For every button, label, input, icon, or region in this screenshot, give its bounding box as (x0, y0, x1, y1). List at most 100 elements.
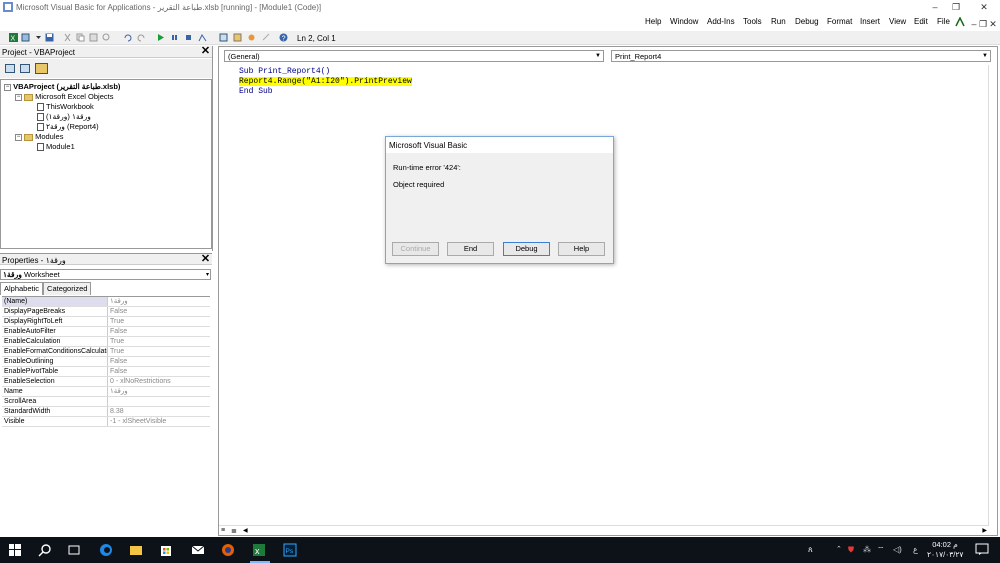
restore-icon[interactable]: ❐ (946, 1, 966, 13)
tree-sheet1[interactable]: ورقة١ (ورقة١) (37, 112, 91, 122)
property-value[interactable]: False (108, 307, 210, 316)
help-button[interactable]: Help (558, 242, 605, 256)
search-icon[interactable] (37, 542, 53, 558)
property-value[interactable]: True (108, 337, 210, 346)
file-explorer-icon[interactable] (128, 542, 144, 558)
property-row[interactable]: DisplayRightToLeft True (2, 317, 210, 327)
properties-close-icon[interactable]: ✕ (200, 254, 211, 265)
minimize-icon[interactable]: – (925, 1, 945, 13)
property-row[interactable]: EnableFormatConditionsCalculation True (2, 347, 210, 357)
help-icon[interactable]: ? (279, 33, 288, 42)
insert-module-icon[interactable] (21, 33, 30, 42)
property-value[interactable]: 0 - xlNoRestrictions (108, 377, 210, 386)
properties-window-icon[interactable] (233, 33, 242, 42)
tab-alphabetic[interactable]: Alphabetic (0, 282, 44, 295)
property-row[interactable]: EnableOutlining False (2, 357, 210, 367)
property-row[interactable]: EnableAutoFilter False (2, 327, 210, 337)
menu-window[interactable]: Window (670, 17, 698, 26)
save-icon[interactable] (45, 33, 54, 42)
project-close-icon[interactable]: ✕ (200, 46, 211, 57)
object-selector[interactable]: ورقة١ Worksheet ▾ (0, 269, 211, 280)
project-explorer-icon[interactable] (219, 33, 228, 42)
property-value[interactable]: True (108, 317, 210, 326)
end-button[interactable]: End (447, 242, 494, 256)
menu-tools[interactable]: Tools (743, 17, 762, 26)
edge-icon[interactable] (98, 542, 114, 558)
run-icon[interactable] (156, 33, 165, 42)
doc-close-icon[interactable]: ✕ (983, 18, 1000, 30)
view-code-icon[interactable] (5, 64, 15, 73)
horizontal-scrollbar[interactable]: ≡ ≣ ◀ ▶ (219, 525, 989, 535)
property-row[interactable]: DisplayPageBreaks False (2, 307, 210, 317)
excel-taskbar-icon[interactable]: x (251, 542, 267, 558)
view-object-icon[interactable] (20, 64, 30, 73)
property-value[interactable]: False (108, 357, 210, 366)
property-value[interactable]: True (108, 347, 210, 356)
tree-modules[interactable]: − Modules (15, 132, 63, 142)
continue-button[interactable]: Continue (392, 242, 439, 256)
vertical-scrollbar[interactable] (988, 65, 997, 525)
property-row[interactable]: ScrollArea (2, 397, 210, 407)
property-row[interactable]: EnableSelection 0 - xlNoRestrictions (2, 377, 210, 387)
menu-help[interactable]: Help (645, 17, 661, 26)
network-icon[interactable]: ⁂ (863, 545, 871, 554)
property-value[interactable]: False (108, 367, 210, 376)
photoshop-icon[interactable]: Ps (282, 542, 298, 558)
menu-file[interactable]: File (937, 17, 950, 26)
property-value[interactable]: ورقة١ (108, 297, 210, 306)
toolbox-icon[interactable] (262, 33, 271, 42)
code-editor[interactable]: Sub Print_Report4() Report4.Range("A1:I2… (239, 67, 412, 97)
menu-add-ins[interactable]: Add-Ins (707, 17, 735, 26)
notifications-icon[interactable] (975, 543, 989, 555)
property-row[interactable]: Visible -1 - xlSheetVisible (2, 417, 210, 427)
show-hidden-icons[interactable]: ⌃ (836, 545, 842, 553)
security-shield-icon[interactable]: ⛊ (848, 545, 854, 555)
input-language[interactable]: ع (913, 545, 918, 554)
tree-thisworkbook[interactable]: ThisWorkbook (37, 102, 94, 112)
copy-icon[interactable] (76, 33, 85, 42)
tree-vbaproject[interactable]: − VBAProject (طباعة التقرير.xlsb) (4, 82, 120, 92)
tree-sheet2[interactable]: ورقة٢ (Report4) (37, 122, 99, 132)
windows-start-icon[interactable] (7, 542, 23, 558)
task-view-icon[interactable] (66, 542, 82, 558)
close-icon[interactable]: ✕ (974, 1, 994, 13)
dropdown-arrow-icon[interactable] (34, 33, 43, 42)
object-combo[interactable]: (General) ▼ (224, 50, 604, 62)
property-row[interactable]: Name ورقة١ (2, 387, 210, 397)
property-row[interactable]: EnableCalculation True (2, 337, 210, 347)
chevron-down-icon[interactable]: ▼ (981, 52, 989, 61)
view-excel-icon[interactable]: X (9, 33, 18, 42)
wifi-icon[interactable]: ⌔ (877, 545, 885, 555)
tree-excel-objects[interactable]: − Microsoft Excel Objects (15, 92, 113, 102)
people-icon[interactable]: ጰ (808, 545, 813, 555)
design-mode-icon[interactable] (198, 33, 207, 42)
property-row[interactable]: (Name) ورقة١ (2, 297, 210, 307)
menu-format[interactable]: Format (827, 17, 852, 26)
property-value[interactable]: -1 - xlSheetVisible (108, 417, 210, 426)
tree-module1[interactable]: Module1 (37, 142, 75, 152)
property-value[interactable]: ورقة١ (108, 387, 210, 396)
cut-icon[interactable] (63, 33, 72, 42)
menu-debug[interactable]: Debug (795, 17, 819, 26)
firefox-icon[interactable] (220, 542, 236, 558)
volume-icon[interactable]: ◁) (893, 545, 902, 554)
property-value[interactable]: False (108, 327, 210, 336)
chevron-down-icon[interactable]: ▼ (594, 52, 602, 61)
taskbar-clock[interactable]: 04:02 م ٢٠١٧/٠٣/٢٧ (927, 540, 963, 560)
scroll-right-icon[interactable]: ▶ (982, 527, 987, 534)
procedure-combo[interactable]: Print_Report4 ▼ (611, 50, 991, 62)
menu-run[interactable]: Run (771, 17, 786, 26)
redo-icon[interactable] (137, 33, 146, 42)
mail-icon[interactable] (190, 542, 206, 558)
object-browser-icon[interactable] (247, 33, 256, 42)
property-row[interactable]: EnablePivotTable False (2, 367, 210, 377)
scroll-left-icon[interactable]: ◀ (243, 527, 248, 534)
store-icon[interactable] (158, 542, 174, 558)
property-value[interactable] (108, 397, 210, 406)
toggle-folders-icon[interactable] (35, 63, 48, 74)
break-icon[interactable] (170, 33, 179, 42)
reset-icon[interactable] (184, 33, 193, 42)
tab-categorized[interactable]: Categorized (43, 282, 92, 295)
paste-icon[interactable] (89, 33, 98, 42)
menu-insert[interactable]: Insert (860, 17, 880, 26)
